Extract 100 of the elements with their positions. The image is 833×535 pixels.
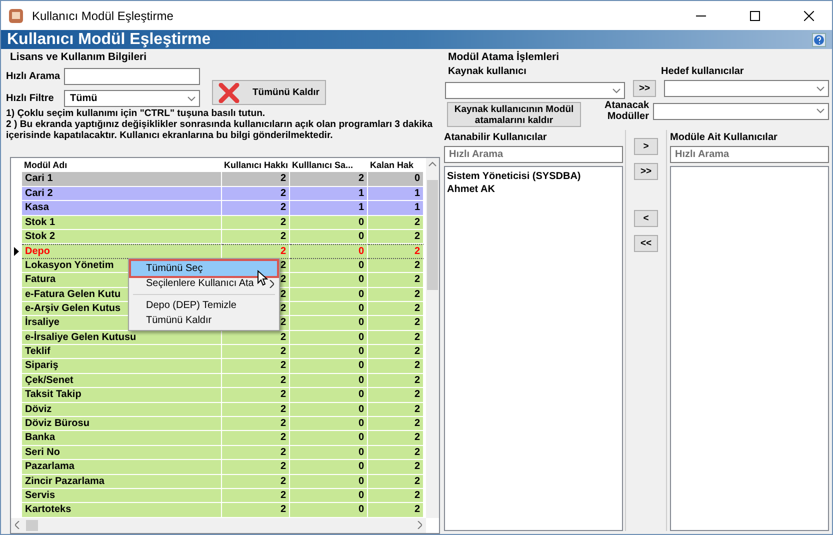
table-cell: 0 [290, 503, 368, 518]
move-button[interactable]: << [634, 235, 658, 252]
header-title: Kullanıcı Modül Eşleştirme [7, 30, 211, 48]
table-cell: 0 [290, 417, 368, 432]
scroll-right-icon[interactable] [417, 521, 422, 530]
horizontal-scrollbar[interactable] [11, 518, 426, 533]
table-cell: 0 [290, 388, 368, 403]
table-cell: 2 [368, 359, 424, 374]
table-cell: 2 [368, 330, 424, 346]
table-cell: Kasa [22, 201, 222, 216]
remove-all-button[interactable]: Tümünü Kaldır [212, 80, 326, 105]
table-cell: 0 [290, 316, 368, 331]
remove-source-button[interactable]: Kaynak kullanıcının Modül atamalarını kaldır [447, 102, 581, 127]
table-cell: 2 [222, 417, 290, 432]
table-cell: 0 [290, 345, 368, 360]
table-cell: 2 [368, 216, 424, 230]
table-cell: 2 [290, 172, 368, 187]
table-cell: 0 [290, 474, 368, 489]
table-cell: 2 [222, 446, 290, 460]
table-cell: 1 [290, 201, 368, 216]
scroll-thumb[interactable] [26, 520, 38, 531]
table-cell: 0 [290, 244, 368, 260]
table-cell: 1 [290, 186, 368, 202]
search-label: Hızlı Arama [6, 71, 60, 82]
table-cell: 2 [368, 474, 424, 489]
table-cell: 0 [290, 460, 368, 475]
list-item[interactable]: Sistem Yöneticisi (SYSDBA) [447, 170, 620, 183]
list-item[interactable]: Ahmet AK [447, 183, 620, 196]
table-cell: 2 [222, 402, 290, 418]
table-cell: 0 [290, 402, 368, 418]
table-cell: Çek/Senet [22, 374, 222, 388]
search-field[interactable] [64, 68, 200, 85]
table-cell: 0 [290, 230, 368, 244]
table-cell: Seri No [22, 446, 222, 460]
table-cell: 2 [222, 503, 290, 518]
modules-label: Atanacak Modüller [604, 100, 649, 122]
table-cell: 1 [368, 186, 424, 202]
table-cell: 0 [290, 446, 368, 460]
table-cell: Cari 2 [22, 186, 222, 202]
table-cell: 0 [290, 273, 368, 288]
move-button[interactable]: > [634, 138, 658, 155]
table-cell: 0 [290, 431, 368, 446]
table-cell: 2 [222, 172, 290, 187]
table-cell: 0 [290, 288, 368, 302]
scroll-left-icon[interactable] [15, 521, 20, 530]
table-cell: Döviz Bürosu [22, 417, 222, 432]
table-cell: 2 [368, 345, 424, 360]
table-cell: Zincir Pazarlama [22, 474, 222, 489]
table-cell: 2 [222, 345, 290, 360]
table-cell: 2 [368, 230, 424, 244]
table-cell: Pazarlama [22, 460, 222, 475]
table-cell: 1 [368, 201, 424, 216]
target-users-dropdown[interactable] [664, 80, 829, 97]
table-cell: Stok 2 [22, 230, 222, 244]
table-cell: 2 [222, 244, 290, 260]
table-cell: 2 [368, 503, 424, 518]
table-cell: Cari 1 [22, 172, 222, 187]
table-cell: Stok 1 [22, 216, 222, 230]
vertical-scrollbar[interactable] [426, 158, 439, 518]
table-cell: 0 [290, 302, 368, 316]
table-cell: 2 [368, 258, 424, 274]
search-field[interactable]: Hızlı Arama [444, 146, 623, 163]
column-header[interactable]: Kalan Hak [368, 158, 424, 172]
table-cell: Taksit Takip [22, 388, 222, 403]
table-cell: 2 [368, 488, 424, 504]
table-cell: 2 [368, 244, 424, 260]
table-cell: 2 [222, 488, 290, 504]
table-cell: 0 [290, 330, 368, 346]
table-cell: 0 [368, 172, 424, 187]
filter-dropdown[interactable]: Tümü [64, 90, 200, 107]
info-note: 1) Çoklu seçim kullanımı için "CTRL" tuşuna basılı tutun. [6, 108, 266, 119]
move-button[interactable]: >> [634, 163, 658, 180]
copy-button[interactable]: >> [633, 80, 656, 97]
move-button[interactable]: < [634, 210, 658, 227]
table-cell: 2 [222, 330, 290, 346]
table-cell: 2 [368, 431, 424, 446]
app-icon [8, 8, 24, 24]
table-cell: 2 [222, 460, 290, 475]
help-icon[interactable] [812, 32, 826, 46]
group-title: Lisans ve Kullanım Bilgileri [9, 51, 148, 63]
table-cell: 2 [368, 446, 424, 460]
search-field[interactable]: Hızlı Arama [670, 146, 829, 163]
modules-dropdown[interactable] [653, 102, 829, 120]
table-cell: 2 [222, 216, 290, 230]
table-cell: 2 [222, 474, 290, 489]
table-cell: Teklif [22, 345, 222, 360]
table-cell: Kartoteks [22, 503, 222, 518]
table-cell: Depo [22, 244, 222, 260]
table-cell: 2 [222, 359, 290, 374]
source-user-dropdown[interactable] [445, 82, 625, 99]
table-cell: 2 [222, 431, 290, 446]
table-cell: 0 [290, 374, 368, 388]
column-header[interactable]: Kullanıcı Hakkı [222, 158, 290, 172]
column-header[interactable]: Kulllanıcı Sa... [290, 158, 368, 172]
table-cell: 2 [222, 186, 290, 202]
table-cell: 2 [222, 230, 290, 244]
table-cell: 0 [290, 216, 368, 230]
table-cell: 2 [368, 374, 424, 388]
table-cell: 2 [368, 288, 424, 302]
column-header[interactable]: Modül Adı [22, 158, 222, 172]
